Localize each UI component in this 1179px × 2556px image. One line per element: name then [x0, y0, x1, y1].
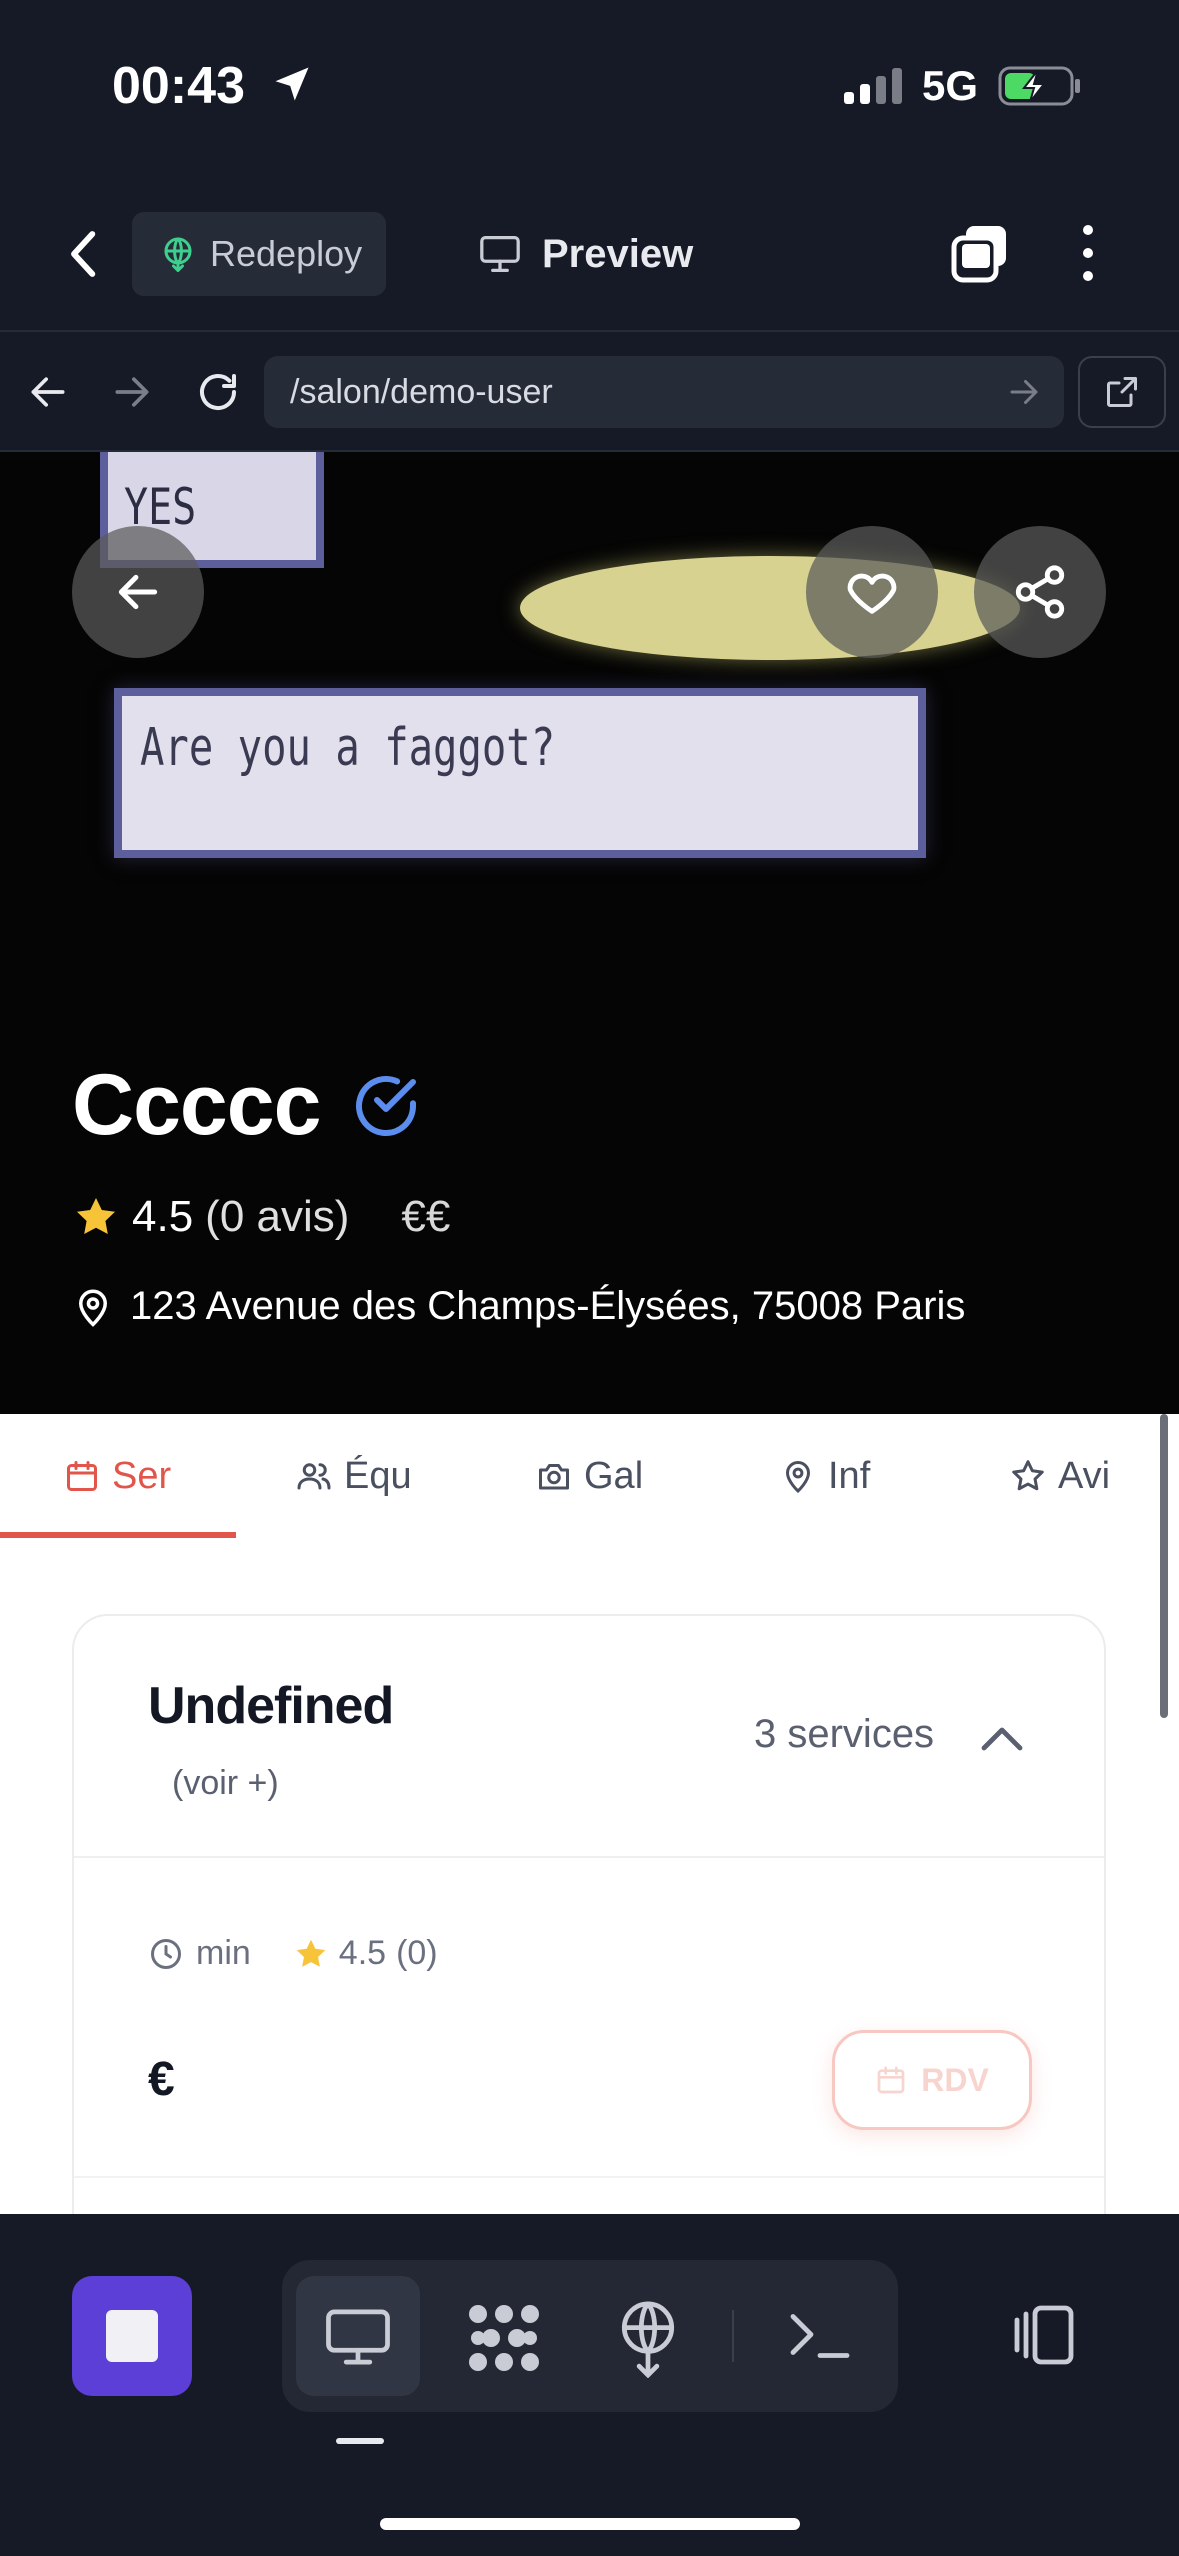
- service-review-count: (0): [396, 1934, 438, 1972]
- photo-dialog-text: Are you a faggot?: [140, 718, 556, 778]
- location-arrow-icon: [270, 62, 314, 106]
- star-filled-icon: [72, 1193, 120, 1241]
- book-button[interactable]: RDV: [832, 2030, 1032, 2130]
- home-indicator: [380, 2518, 800, 2530]
- status-time: 00:43: [112, 57, 245, 115]
- tab-label: Inf: [828, 1454, 871, 1497]
- monitor-icon: [478, 234, 522, 274]
- preview-button[interactable]: Preview: [478, 222, 693, 286]
- arrow-left-icon: [113, 567, 163, 617]
- map-pin-icon: [780, 1458, 816, 1494]
- redeploy-button[interactable]: Redeploy: [132, 212, 386, 296]
- more-vertical-icon[interactable]: [1078, 222, 1098, 284]
- scrollbar[interactable]: [1160, 1414, 1168, 1718]
- url-field[interactable]: /salon/demo-user: [264, 356, 1064, 428]
- network-type: 5G: [922, 62, 979, 109]
- price-level: €€: [401, 1192, 451, 1241]
- clock-icon: [148, 1936, 184, 1972]
- service-price: €: [148, 2053, 175, 2106]
- rating-row: 4.5 (0 avis) €€: [72, 1192, 450, 1242]
- camera-icon: [536, 1458, 572, 1494]
- active-view-indicator: [336, 2438, 384, 2444]
- tab-reviews[interactable]: Avi: [1010, 1414, 1110, 1538]
- rating-value: 4.5: [132, 1192, 194, 1241]
- share-button[interactable]: [974, 526, 1106, 658]
- tab-team[interactable]: Équ: [296, 1414, 412, 1538]
- tab-label: Ser: [112, 1454, 172, 1497]
- address-row: 123 Avenue des Champs-Élysées, 75008 Par…: [72, 1284, 965, 1329]
- open-external-button[interactable]: [1078, 356, 1166, 428]
- heart-icon: [843, 563, 901, 621]
- salon-name: Ccccc: [72, 1057, 321, 1153]
- photo-light-oval: [520, 556, 1020, 660]
- battery-charging-icon: [998, 64, 1082, 108]
- calendar-icon: [64, 1458, 100, 1494]
- tab-gallery[interactable]: Gal: [536, 1414, 643, 1538]
- calendar-icon: [875, 2064, 907, 2096]
- browser-forward-icon[interactable]: [110, 370, 154, 414]
- hero-back-button[interactable]: [72, 526, 204, 658]
- preview-label: Preview: [542, 231, 694, 276]
- url-text: /salon/demo-user: [290, 372, 553, 411]
- star-filled-icon: [293, 1936, 329, 1972]
- review-count: (0 avis): [205, 1192, 350, 1241]
- card-divider: [74, 1856, 1104, 1858]
- tab-label: Gal: [584, 1454, 644, 1497]
- service-rating: 4.5 (0): [293, 1934, 438, 1973]
- reload-icon[interactable]: [194, 368, 242, 416]
- book-label: RDV: [921, 2061, 989, 2098]
- tab-label: Équ: [344, 1454, 412, 1497]
- see-more-link[interactable]: (voir +): [172, 1764, 279, 1803]
- tab-services[interactable]: Ser: [64, 1414, 171, 1538]
- category-title: Undefined: [148, 1677, 394, 1735]
- share-icon: [1011, 563, 1069, 621]
- stop-icon: [106, 2310, 158, 2362]
- split-view-icon[interactable]: [1008, 2302, 1080, 2368]
- star-icon: [1010, 1458, 1046, 1494]
- monitor-icon[interactable]: [322, 2306, 394, 2368]
- verified-badge-icon: [350, 1070, 422, 1142]
- redeploy-label: Redeploy: [210, 233, 363, 274]
- service-rating-value: 4.5: [338, 1934, 387, 1972]
- browser-back-icon[interactable]: [26, 370, 70, 414]
- service-divider: [74, 2176, 1104, 2178]
- external-link-icon: [1104, 374, 1140, 410]
- tabs-switcher-icon[interactable]: [950, 222, 1012, 284]
- tab-label: Avi: [1058, 1454, 1111, 1497]
- go-arrow-icon[interactable]: [1006, 374, 1042, 410]
- users-icon: [296, 1458, 332, 1494]
- tab-info[interactable]: Inf: [780, 1414, 870, 1538]
- database-grid-icon[interactable]: [466, 2300, 542, 2376]
- chevron-up-icon[interactable]: [978, 1718, 1026, 1758]
- service-meta: min 4.5 (0): [148, 1934, 438, 1973]
- signal-icon: [842, 66, 904, 106]
- back-chevron-icon[interactable]: [64, 226, 104, 282]
- service-duration: min: [196, 1934, 251, 1972]
- view-separator: [732, 2310, 734, 2362]
- active-tab-indicator: [0, 1532, 236, 1538]
- globe-deploy-icon[interactable]: [612, 2298, 684, 2378]
- services-count: 3 services: [754, 1712, 935, 1756]
- stop-button[interactable]: [72, 2276, 192, 2396]
- favorite-button[interactable]: [806, 526, 938, 658]
- terminal-icon[interactable]: [784, 2304, 856, 2368]
- globe-deploy-icon: [160, 236, 196, 272]
- map-pin-icon: [72, 1286, 114, 1328]
- salon-address: 123 Avenue des Champs-Élysées, 75008 Par…: [130, 1284, 966, 1328]
